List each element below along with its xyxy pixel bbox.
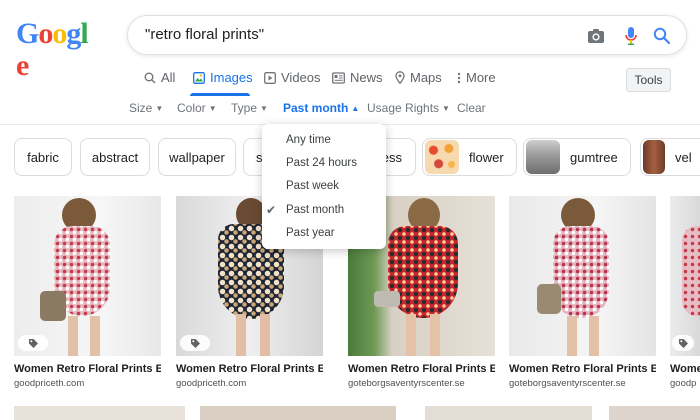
google-logo[interactable]: Google <box>16 18 94 82</box>
tag-icon <box>180 335 210 351</box>
filter-type[interactable]: Type ▼ <box>231 101 268 115</box>
filter-color[interactable]: Color ▼ <box>177 101 217 115</box>
play-icon <box>264 71 276 84</box>
caret-down-icon: ▼ <box>208 103 217 113</box>
result-thumbnail[interactable] <box>670 196 700 356</box>
result-title[interactable]: Women Retro Floral Prints El... <box>509 363 656 375</box>
tab-news[interactable]: News <box>332 70 383 85</box>
result-source[interactable]: goodpriceth.com <box>14 378 161 389</box>
search-tabs: All Images Videos News Maps More <box>0 70 700 92</box>
more-vert-icon <box>457 72 461 83</box>
filter-bar: Size ▼ Color ▼ Type ▼ Past month ▲ Usage Rig… <box>0 101 700 119</box>
next-results-row <box>0 406 700 420</box>
result-thumbnail[interactable] <box>425 406 592 420</box>
active-tab-indicator <box>190 93 250 96</box>
time-filter-menu: Any time Past 24 hours Past week ✔ Past … <box>262 124 386 249</box>
result-title[interactable]: Wome <box>670 363 700 375</box>
camera-icon[interactable] <box>585 25 607 47</box>
filter-size[interactable]: Size ▼ <box>129 101 163 115</box>
search-box[interactable]: "retro floral prints" <box>127 15 687 55</box>
result-title[interactable]: Women Retro Floral Prints Elas... <box>176 363 323 375</box>
result-source[interactable]: goodpriceth.com <box>176 378 323 389</box>
caret-down-icon: ▼ <box>442 103 450 113</box>
result-thumbnail[interactable] <box>14 406 185 420</box>
caret-down-icon: ▼ <box>155 103 164 113</box>
result-source[interactable]: goteborgsaventyrscenter.se <box>509 378 656 389</box>
image-result[interactable]: Wome goodp <box>670 196 700 389</box>
result-source[interactable]: goodp <box>670 378 700 389</box>
result-title[interactable]: Women Retro Floral Prints El... <box>348 363 495 375</box>
result-thumbnail[interactable] <box>14 196 161 356</box>
mic-icon[interactable] <box>620 25 642 47</box>
tag-icon <box>672 335 694 351</box>
result-thumbnail[interactable] <box>509 196 656 356</box>
tab-all[interactable]: All <box>144 70 175 85</box>
result-source[interactable]: goteborgsaventyrscenter.se <box>348 378 495 389</box>
search-icon <box>144 72 156 83</box>
tab-maps[interactable]: Maps <box>395 70 442 85</box>
search-icon[interactable] <box>651 25 673 47</box>
news-icon <box>332 71 345 84</box>
chip-wallpaper[interactable]: wallpaper <box>158 138 236 176</box>
result-thumbnail[interactable] <box>200 406 396 420</box>
result-thumbnail[interactable] <box>609 406 700 420</box>
menu-item-past-month[interactable]: Past month <box>286 204 344 216</box>
chip-thumbnail <box>643 140 665 174</box>
filter-usage-rights[interactable]: Usage Rights ▼ <box>367 101 450 115</box>
filter-clear[interactable]: Clear <box>457 101 486 115</box>
menu-item-any-time[interactable]: Any time <box>286 134 331 146</box>
chip-thumbnail <box>425 140 459 174</box>
caret-up-icon: ▲ <box>351 103 360 113</box>
chip-gumtree[interactable]: gumtree <box>523 138 631 176</box>
tab-videos[interactable]: Videos <box>264 70 321 85</box>
tab-images[interactable]: Images <box>193 70 253 85</box>
image-result[interactable]: Women Retro Floral Prints El... goteborg… <box>509 196 656 389</box>
image-result[interactable]: Women Retro Floral Prints El... goodpric… <box>14 196 161 389</box>
result-title[interactable]: Women Retro Floral Prints El... <box>14 363 161 375</box>
search-input[interactable]: "retro floral prints" <box>145 26 264 43</box>
image-icon <box>193 71 205 84</box>
check-icon: ✔ <box>266 203 277 217</box>
chip-partial-vel[interactable]: vel <box>640 138 700 176</box>
caret-down-icon: ▼ <box>260 103 268 113</box>
tag-icon <box>18 335 48 351</box>
chip-abstract[interactable]: abstract <box>80 138 150 176</box>
menu-item-past-24-hours[interactable]: Past 24 hours <box>286 157 357 169</box>
tab-more[interactable]: More <box>457 70 496 85</box>
menu-item-past-year[interactable]: Past year <box>286 227 335 239</box>
filter-time[interactable]: Past month ▲ <box>283 101 359 115</box>
chip-thumbnail <box>526 140 560 174</box>
chip-fabric[interactable]: fabric <box>14 138 72 176</box>
map-pin-icon <box>395 71 405 84</box>
chip-flower[interactable]: flower <box>422 138 517 176</box>
tools-button[interactable]: Tools <box>626 68 671 92</box>
menu-item-past-week[interactable]: Past week <box>286 180 339 192</box>
